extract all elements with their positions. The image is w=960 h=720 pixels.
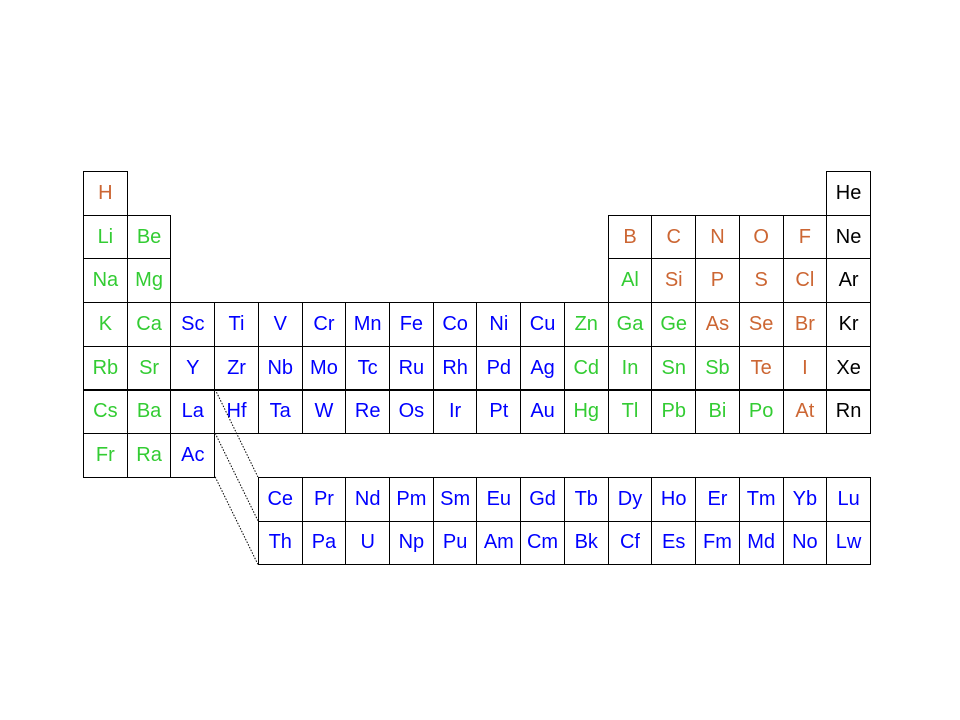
connector-line-1 <box>214 389 259 478</box>
connector-line-2 <box>214 432 259 521</box>
connector-line-3 <box>214 476 259 565</box>
f-block-connector-lines <box>214 389 259 565</box>
